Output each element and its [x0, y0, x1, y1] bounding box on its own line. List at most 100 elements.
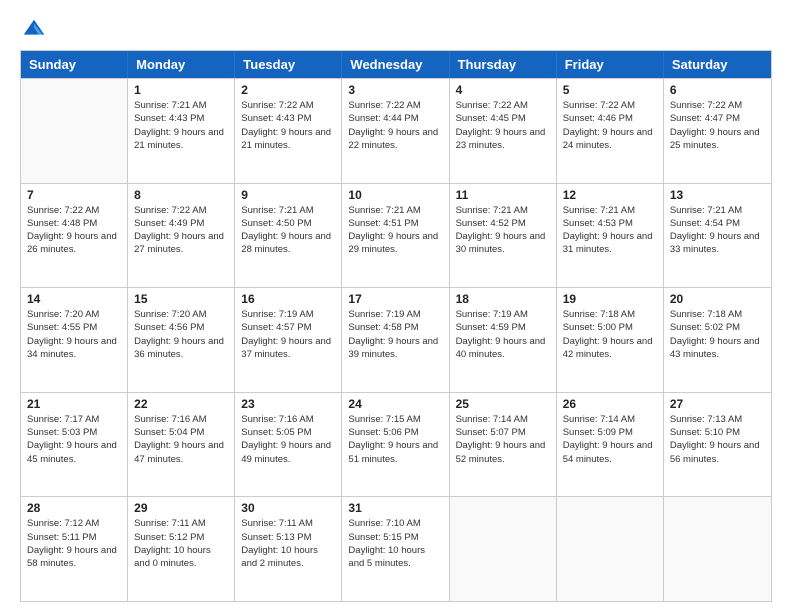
calendar-row-1: 1 Sunrise: 7:21 AM Sunset: 4:43 PM Daylig… [21, 78, 771, 183]
calendar-cell: 25 Sunrise: 7:14 AM Sunset: 5:07 PM Dayli… [450, 393, 557, 497]
header-day-monday: Monday [128, 51, 235, 78]
calendar-cell: 7 Sunrise: 7:22 AM Sunset: 4:48 PM Daylig… [21, 184, 128, 288]
day-number: 11 [456, 188, 550, 202]
calendar-cell: 14 Sunrise: 7:20 AM Sunset: 4:55 PM Dayli… [21, 288, 128, 392]
day-number: 12 [563, 188, 657, 202]
day-number: 26 [563, 397, 657, 411]
day-number: 5 [563, 83, 657, 97]
calendar-body: 1 Sunrise: 7:21 AM Sunset: 4:43 PM Daylig… [21, 78, 771, 601]
day-info: Sunrise: 7:16 AM Sunset: 5:04 PM Dayligh… [134, 413, 228, 466]
day-number: 25 [456, 397, 550, 411]
day-number: 2 [241, 83, 335, 97]
day-number: 23 [241, 397, 335, 411]
day-number: 22 [134, 397, 228, 411]
calendar-cell: 5 Sunrise: 7:22 AM Sunset: 4:46 PM Daylig… [557, 79, 664, 183]
day-info: Sunrise: 7:11 AM Sunset: 5:12 PM Dayligh… [134, 517, 228, 570]
day-number: 15 [134, 292, 228, 306]
day-number: 3 [348, 83, 442, 97]
header-day-saturday: Saturday [664, 51, 771, 78]
day-info: Sunrise: 7:14 AM Sunset: 5:09 PM Dayligh… [563, 413, 657, 466]
calendar-cell: 15 Sunrise: 7:20 AM Sunset: 4:56 PM Dayli… [128, 288, 235, 392]
day-number: 24 [348, 397, 442, 411]
day-info: Sunrise: 7:22 AM Sunset: 4:49 PM Dayligh… [134, 204, 228, 257]
day-info: Sunrise: 7:19 AM Sunset: 4:57 PM Dayligh… [241, 308, 335, 361]
day-number: 18 [456, 292, 550, 306]
header-day-friday: Friday [557, 51, 664, 78]
day-info: Sunrise: 7:20 AM Sunset: 4:55 PM Dayligh… [27, 308, 121, 361]
day-info: Sunrise: 7:22 AM Sunset: 4:47 PM Dayligh… [670, 99, 765, 152]
calendar-cell: 30 Sunrise: 7:11 AM Sunset: 5:13 PM Dayli… [235, 497, 342, 601]
calendar-cell: 16 Sunrise: 7:19 AM Sunset: 4:57 PM Dayli… [235, 288, 342, 392]
day-number: 31 [348, 501, 442, 515]
calendar-cell [664, 497, 771, 601]
calendar-cell: 11 Sunrise: 7:21 AM Sunset: 4:52 PM Dayli… [450, 184, 557, 288]
header-day-thursday: Thursday [450, 51, 557, 78]
calendar-cell: 18 Sunrise: 7:19 AM Sunset: 4:59 PM Dayli… [450, 288, 557, 392]
calendar-cell: 27 Sunrise: 7:13 AM Sunset: 5:10 PM Dayli… [664, 393, 771, 497]
day-info: Sunrise: 7:19 AM Sunset: 4:59 PM Dayligh… [456, 308, 550, 361]
day-info: Sunrise: 7:20 AM Sunset: 4:56 PM Dayligh… [134, 308, 228, 361]
calendar-cell: 21Sunrise: 7:17 AM Sunset: 5:03 PM Dayli… [21, 393, 128, 497]
day-info: Sunrise: 7:10 AM Sunset: 5:15 PM Dayligh… [348, 517, 442, 570]
day-number: 13 [670, 188, 765, 202]
day-number: 28 [27, 501, 121, 515]
day-info: Sunrise: 7:17 AM Sunset: 5:03 PM Dayligh… [27, 413, 121, 466]
calendar-cell: 19 Sunrise: 7:18 AM Sunset: 5:00 PM Dayli… [557, 288, 664, 392]
calendar-row-4: 21Sunrise: 7:17 AM Sunset: 5:03 PM Dayli… [21, 392, 771, 497]
day-number: 29 [134, 501, 228, 515]
calendar-cell: 1 Sunrise: 7:21 AM Sunset: 4:43 PM Daylig… [128, 79, 235, 183]
day-info: Sunrise: 7:16 AM Sunset: 5:05 PM Dayligh… [241, 413, 335, 466]
day-number: 1 [134, 83, 228, 97]
day-number: 8 [134, 188, 228, 202]
day-info: Sunrise: 7:21 AM Sunset: 4:43 PM Dayligh… [134, 99, 228, 152]
calendar-cell: 8 Sunrise: 7:22 AM Sunset: 4:49 PM Daylig… [128, 184, 235, 288]
day-info: Sunrise: 7:21 AM Sunset: 4:50 PM Dayligh… [241, 204, 335, 257]
calendar-row-5: 28 Sunrise: 7:12 AM Sunset: 5:11 PM Dayli… [21, 496, 771, 601]
day-number: 16 [241, 292, 335, 306]
day-info: Sunrise: 7:18 AM Sunset: 5:00 PM Dayligh… [563, 308, 657, 361]
calendar-row-3: 14 Sunrise: 7:20 AM Sunset: 4:55 PM Dayli… [21, 287, 771, 392]
calendar-cell: 3 Sunrise: 7:22 AM Sunset: 4:44 PM Daylig… [342, 79, 449, 183]
header-day-tuesday: Tuesday [235, 51, 342, 78]
day-number: 27 [670, 397, 765, 411]
day-info: Sunrise: 7:21 AM Sunset: 4:51 PM Dayligh… [348, 204, 442, 257]
logo-icon [20, 16, 48, 44]
calendar-header: SundayMondayTuesdayWednesdayThursdayFrid… [21, 51, 771, 78]
day-number: 14 [27, 292, 121, 306]
day-info: Sunrise: 7:21 AM Sunset: 4:52 PM Dayligh… [456, 204, 550, 257]
calendar-cell: 6Sunrise: 7:22 AM Sunset: 4:47 PM Daylig… [664, 79, 771, 183]
day-info: Sunrise: 7:18 AM Sunset: 5:02 PM Dayligh… [670, 308, 765, 361]
calendar-cell: 20 Sunrise: 7:18 AM Sunset: 5:02 PM Dayli… [664, 288, 771, 392]
calendar-cell: 13 Sunrise: 7:21 AM Sunset: 4:54 PM Dayli… [664, 184, 771, 288]
header [20, 16, 772, 44]
calendar-cell: 12Sunrise: 7:21 AM Sunset: 4:53 PM Dayli… [557, 184, 664, 288]
header-day-wednesday: Wednesday [342, 51, 449, 78]
day-info: Sunrise: 7:22 AM Sunset: 4:46 PM Dayligh… [563, 99, 657, 152]
day-number: 4 [456, 83, 550, 97]
calendar-cell: 4 Sunrise: 7:22 AM Sunset: 4:45 PM Daylig… [450, 79, 557, 183]
page: SundayMondayTuesdayWednesdayThursdayFrid… [0, 0, 792, 612]
calendar-row-2: 7 Sunrise: 7:22 AM Sunset: 4:48 PM Daylig… [21, 183, 771, 288]
day-info: Sunrise: 7:22 AM Sunset: 4:44 PM Dayligh… [348, 99, 442, 152]
calendar-cell: 9Sunrise: 7:21 AM Sunset: 4:50 PM Daylig… [235, 184, 342, 288]
day-info: Sunrise: 7:12 AM Sunset: 5:11 PM Dayligh… [27, 517, 121, 570]
calendar-cell: 31 Sunrise: 7:10 AM Sunset: 5:15 PM Dayli… [342, 497, 449, 601]
calendar-cell: 29 Sunrise: 7:11 AM Sunset: 5:12 PM Dayli… [128, 497, 235, 601]
day-number: 17 [348, 292, 442, 306]
day-number: 20 [670, 292, 765, 306]
calendar: SundayMondayTuesdayWednesdayThursdayFrid… [20, 50, 772, 602]
day-number: 30 [241, 501, 335, 515]
calendar-cell: 24Sunrise: 7:15 AM Sunset: 5:06 PM Dayli… [342, 393, 449, 497]
day-number: 7 [27, 188, 121, 202]
day-info: Sunrise: 7:22 AM Sunset: 4:48 PM Dayligh… [27, 204, 121, 257]
day-info: Sunrise: 7:11 AM Sunset: 5:13 PM Dayligh… [241, 517, 335, 570]
day-info: Sunrise: 7:22 AM Sunset: 4:45 PM Dayligh… [456, 99, 550, 152]
day-number: 19 [563, 292, 657, 306]
day-info: Sunrise: 7:14 AM Sunset: 5:07 PM Dayligh… [456, 413, 550, 466]
day-info: Sunrise: 7:21 AM Sunset: 4:54 PM Dayligh… [670, 204, 765, 257]
calendar-cell: 28 Sunrise: 7:12 AM Sunset: 5:11 PM Dayli… [21, 497, 128, 601]
day-info: Sunrise: 7:13 AM Sunset: 5:10 PM Dayligh… [670, 413, 765, 466]
calendar-cell: 26 Sunrise: 7:14 AM Sunset: 5:09 PM Dayli… [557, 393, 664, 497]
day-number: 10 [348, 188, 442, 202]
calendar-cell: 17Sunrise: 7:19 AM Sunset: 4:58 PM Dayli… [342, 288, 449, 392]
